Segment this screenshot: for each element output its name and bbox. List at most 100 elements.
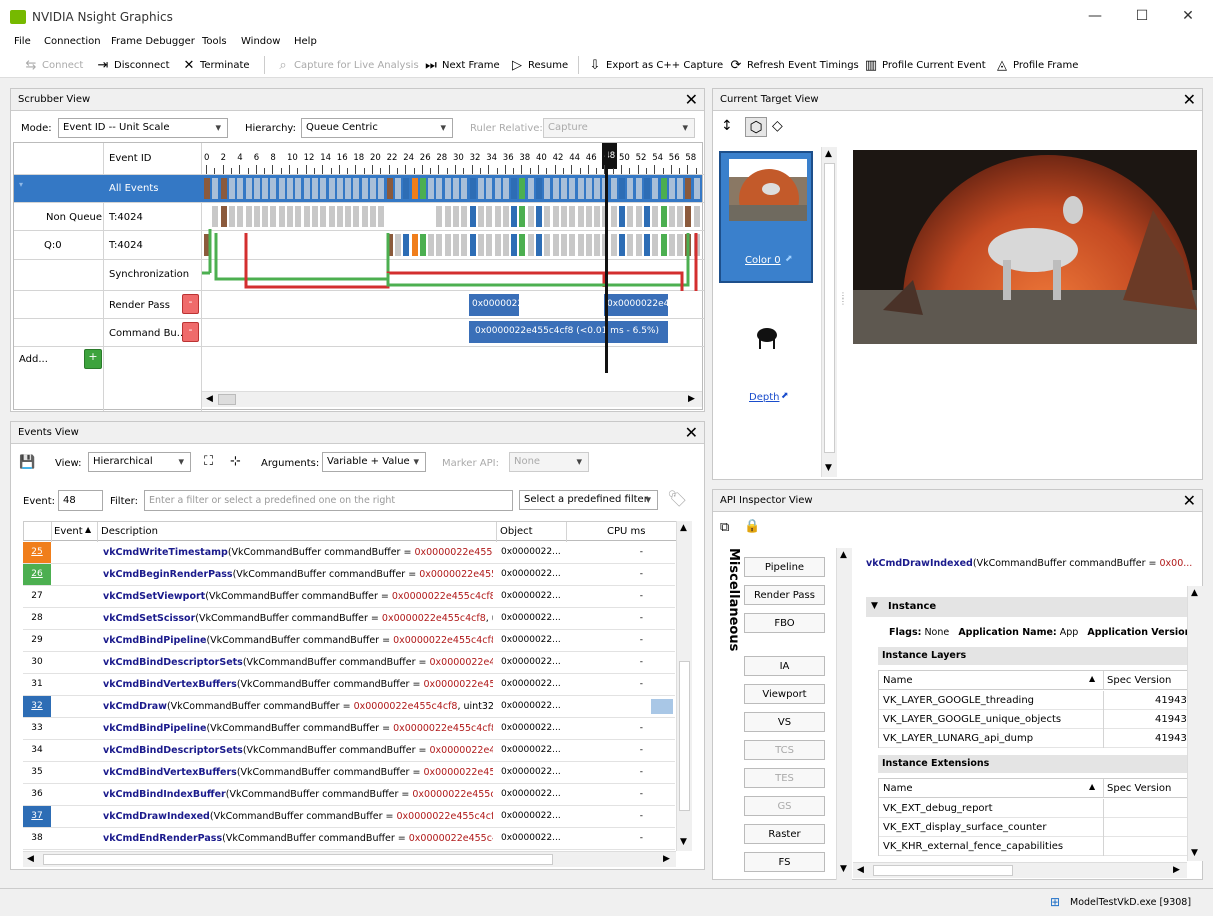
menu-help[interactable]: Help [294,36,317,47]
inspector-vscroll[interactable]: ▲ ▼ [1187,586,1203,861]
profile-event-button[interactable]: ▥ Profile Current Event [864,56,986,74]
eraser-icon[interactable]: ◇ [772,118,783,134]
capture-live-button[interactable]: ⌕ Capture for Live Analysis [276,56,418,74]
events-vscroll[interactable]: ▲ ▼ [676,521,692,851]
menu-tools[interactable]: Tools [202,36,227,47]
resume-button[interactable]: ▷ Resume [510,56,568,74]
color-target-label[interactable]: Color 0 [745,255,781,266]
event-number[interactable]: 28 [23,608,51,629]
event-number[interactable]: 33 [23,718,51,739]
pipeline-button[interactable]: Raster [744,824,825,844]
table-row[interactable]: 38 vkCmdEndRenderPass(VkCommandBuffer com… [23,828,675,850]
all-events-row[interactable]: ▾ All Events [14,175,202,202]
scrubber-hscroll[interactable]: ◀ ▶ [202,391,702,407]
table-row[interactable]: VK_KHR_external_fence_capabilities [879,837,1187,856]
hierarchy-select[interactable]: Queue Centric [301,118,453,138]
render-target-image[interactable] [853,150,1197,344]
table-row[interactable]: 30 vkCmdBindDescriptorSets(VkCommandBuffe… [23,652,675,674]
scroll-left-icon[interactable]: ◀ [857,865,864,875]
table-row[interactable]: VK_EXT_display_surface_counter [879,818,1187,837]
collapse-icon[interactable]: ▼ [871,601,878,611]
scroll-up-icon[interactable]: ▲ [1191,588,1198,598]
pipeline-button[interactable]: Viewport [744,684,825,704]
table-row[interactable]: 34 vkCmdBindDescriptorSets(VkCommandBuffe… [23,740,675,762]
pipeline-button[interactable]: FBO [744,613,825,633]
table-row[interactable]: VK_LAYER_LUNARG_api_dump 419434 [879,729,1193,748]
event-number[interactable]: 32 [23,696,51,717]
pipeline-button[interactable]: Render Pass [744,585,825,605]
ruler-select[interactable]: Capture [543,118,695,138]
event-number[interactable]: 30 [23,652,51,673]
scroll-down-icon[interactable]: ▼ [825,463,832,473]
command-buffer-bar[interactable]: 0x0000022e455c4cf8 (<0.01 ms - 6.5%) [469,321,668,343]
scroll-left-icon[interactable]: ◀ [206,394,213,404]
connect-button[interactable]: ⇆ Connect [24,56,84,74]
table-row[interactable]: 36 vkCmdBindIndexBuffer(VkCommandBuffer c… [23,784,675,806]
col-name[interactable]: Name [883,783,913,794]
current-event-cursor[interactable] [605,143,608,373]
scroll-up-icon[interactable]: ▲ [840,550,847,560]
event-number[interactable]: 26 [23,564,51,585]
menu-file[interactable]: File [14,36,31,47]
scroll-up-icon[interactable]: ▲ [680,523,687,533]
scroll-thumb[interactable] [679,661,690,811]
events-hscroll[interactable]: ◀ ▶ [23,851,676,867]
scroll-thumb[interactable] [824,163,835,453]
event-number[interactable]: 35 [23,762,51,783]
pipeline-button[interactable]: FS [744,852,825,872]
col-spec[interactable]: Spec Version [1107,783,1171,794]
pipeline-button[interactable]: Pipeline [744,557,825,577]
scroll-right-icon[interactable]: ▶ [1173,865,1180,875]
inspector-hscroll[interactable]: ◀ ▶ [853,862,1187,878]
next-frame-button[interactable]: ⏭ Next Frame [424,56,500,74]
table-row[interactable]: VK_EXT_debug_report [879,799,1187,818]
profile-frame-button[interactable]: ◬ Profile Frame [995,56,1078,74]
table-row[interactable]: 29 vkCmdBindPipeline(VkCommandBuffer comm… [23,630,675,652]
scroll-left-icon[interactable]: ◀ [27,854,34,864]
scroll-right-icon[interactable]: ▶ [688,394,695,404]
color-target-thumb[interactable]: Color 0 ⬈ [719,151,813,283]
event-number[interactable]: 29 [23,630,51,651]
event-number[interactable]: 27 [23,586,51,607]
scroll-thumb[interactable] [218,394,236,405]
pipeline-button[interactable]: TCS [744,740,825,760]
table-row[interactable]: 33 vkCmdBindPipeline(VkCommandBuffer comm… [23,718,675,740]
mode-select[interactable]: Event ID -- Unit Scale [58,118,228,138]
depth-target-label[interactable]: Depth [749,392,779,403]
event-number[interactable]: 31 [23,674,51,695]
scroll-down-icon[interactable]: ▼ [1191,848,1198,858]
thumbnails-vscroll[interactable]: ▲ ▼ [821,147,837,477]
render-pass-bar-1[interactable]: 0x0000022 [469,294,519,316]
pipeline-vscroll[interactable]: ▲ ▼ [836,548,852,880]
link-icon[interactable]: ⬈ [785,254,793,264]
scroll-up-icon[interactable]: ▲ [825,149,832,159]
menu-frame-debugger[interactable]: Frame Debugger [111,36,195,47]
menu-connection[interactable]: Connection [44,36,101,47]
col-spec[interactable]: Spec Version [1107,675,1171,686]
event-number[interactable]: 25 [23,542,51,563]
scroll-down-icon[interactable]: ▼ [840,864,847,874]
scroll-down-icon[interactable]: ▼ [680,837,687,847]
collapse-icon[interactable]: ▾ [19,180,23,189]
table-row[interactable]: 35 vkCmdBindVertexBuffers(VkCommandBuffer… [23,762,675,784]
close-icon[interactable]: ✕ [1183,491,1196,510]
col-name[interactable]: Name [883,675,913,686]
minimize-button[interactable]: — [1085,8,1105,24]
table-row[interactable]: 27 vkCmdSetViewport(VkCommandBuffer comma… [23,586,675,608]
tick-ruler[interactable]: 0 2 4 6 8 10 12 14 16 18 20 22 24 26 28 30 32 34 36 38 40 42 4… [202,143,702,174]
disconnect-button[interactable]: ⇥ Disconnect [96,56,170,74]
remove-render-pass-button[interactable]: - [182,294,199,314]
resize-vertical-icon[interactable]: ↕ [721,118,733,134]
scroll-thumb[interactable] [43,854,553,865]
table-row[interactable]: 37 vkCmdDrawIndexed(VkCommandBuffer comma… [23,806,675,828]
render-pass-bar-2[interactable]: 0x0000022e42 [604,294,668,316]
pipeline-button[interactable]: VS [744,712,825,732]
event-number[interactable]: 36 [23,784,51,805]
close-icon[interactable]: ✕ [1183,90,1196,109]
table-row[interactable]: VK_LAYER_GOOGLE_threading 419434 [879,691,1193,710]
next-target-thumb[interactable] [727,453,809,479]
close-icon[interactable]: ✕ [685,90,698,109]
terminate-button[interactable]: ✕ Terminate [182,56,250,74]
table-row[interactable]: 26 vkCmdBeginRenderPass(VkCommandBuffer c… [23,564,675,586]
table-row[interactable]: 25 vkCmdWriteTimestamp(VkCommandBuffer co… [23,542,675,564]
